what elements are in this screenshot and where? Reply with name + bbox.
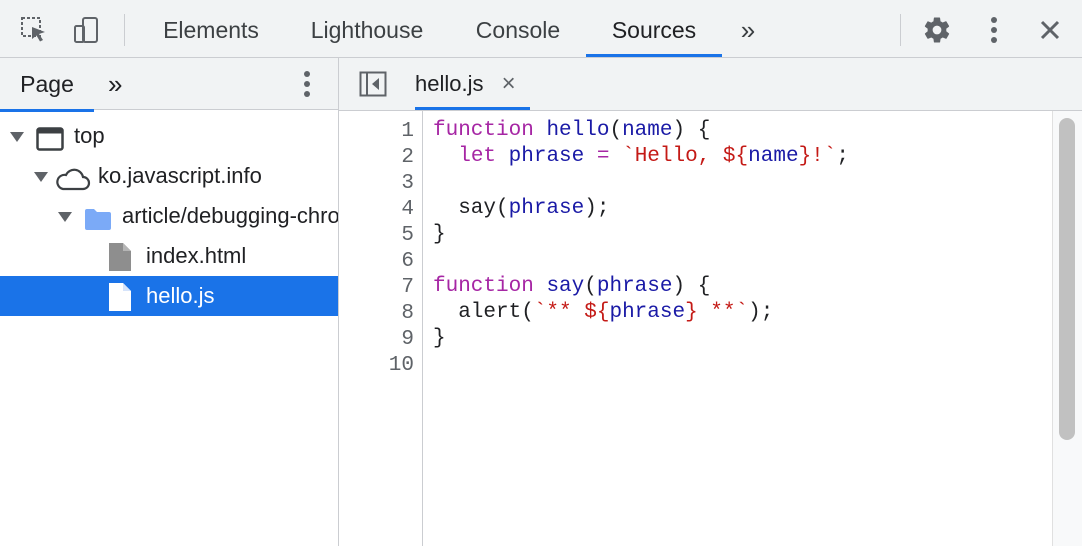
file-icon — [108, 242, 132, 276]
line-number[interactable]: 3 — [401, 171, 414, 197]
gear-icon[interactable] — [921, 14, 953, 46]
tree-item-hello-js[interactable]: hello.js — [0, 276, 338, 316]
toolbar-divider — [900, 14, 901, 46]
navigator-tabs: Page » — [0, 58, 338, 112]
code-line[interactable]: let phrase = `Hello, ${name}!`; — [433, 144, 849, 170]
close-tab-icon[interactable]: × — [502, 70, 516, 97]
toggle-navigator-icon[interactable] — [359, 71, 387, 102]
tab-elements[interactable]: Elements — [146, 0, 276, 57]
code-line[interactable]: function hello(name) { — [433, 118, 710, 144]
expand-triangle-icon[interactable] — [34, 172, 48, 182]
tree-item-label: index.html — [146, 243, 247, 268]
line-number[interactable]: 2 — [401, 145, 414, 171]
code-line[interactable]: alert(`** ${phrase} **`); — [433, 300, 773, 326]
line-number[interactable]: 9 — [401, 327, 414, 353]
line-number[interactable]: 1 — [401, 119, 414, 145]
line-number[interactable]: 7 — [401, 275, 414, 301]
line-number[interactable]: 10 — [389, 353, 414, 379]
line-number[interactable]: 8 — [401, 301, 414, 327]
editor-tabs: hello.js × — [339, 58, 1082, 111]
navigator-panel: Page » top ko.javascript.info article/de… — [0, 58, 339, 546]
device-toggle-icon[interactable] — [70, 14, 102, 46]
code-line[interactable]: function say(phrase) { — [433, 274, 710, 300]
tree-item-label: ko.javascript.info — [98, 163, 262, 188]
expand-triangle-icon[interactable] — [58, 212, 72, 222]
expand-triangle-icon[interactable] — [10, 132, 24, 142]
scrollbar-thumb[interactable] — [1059, 118, 1075, 440]
frame-icon — [36, 124, 64, 156]
tree-item-label: top — [74, 123, 105, 148]
file-tab-hello-js[interactable]: hello.js × — [415, 58, 530, 110]
folder-icon — [84, 204, 112, 236]
more-tabs-button[interactable]: » — [732, 0, 764, 57]
navigator-more-button[interactable]: » — [108, 58, 136, 109]
tab-sources[interactable]: Sources — [586, 0, 722, 57]
code-line[interactable]: } — [433, 326, 446, 352]
line-number[interactable]: 6 — [401, 249, 414, 275]
tab-lighthouse[interactable]: Lighthouse — [292, 0, 442, 57]
tree-item-index-html[interactable]: index.html — [0, 236, 338, 276]
tab-console[interactable]: Console — [458, 0, 578, 57]
tree-item-domain[interactable]: ko.javascript.info — [0, 156, 338, 196]
more-vert-icon[interactable] — [978, 14, 1010, 46]
code-line[interactable]: } — [433, 222, 446, 248]
tree-item-folder[interactable]: article/debugging-chrome — [0, 196, 338, 236]
toolbar-divider — [124, 14, 125, 46]
inspect-element-icon[interactable] — [18, 14, 50, 46]
tab-page[interactable]: Page — [0, 58, 94, 112]
cloud-icon — [53, 164, 91, 196]
file-tab-label: hello.js — [415, 71, 484, 96]
tree-item-top[interactable]: top — [0, 116, 338, 156]
devtools-toolbar: Elements Lighthouse Console Sources » — [0, 0, 1082, 58]
line-number[interactable]: 4 — [401, 197, 414, 223]
navigator-menu-icon[interactable] — [303, 70, 311, 103]
line-number-gutter: 1 2 3 4 5 6 7 8 9 10 — [339, 111, 423, 546]
code-line[interactable]: say(phrase); — [433, 196, 609, 222]
file-icon — [108, 282, 132, 316]
close-icon[interactable] — [1034, 14, 1066, 46]
line-number[interactable]: 5 — [401, 223, 414, 249]
tree-item-label: hello.js — [146, 283, 215, 308]
tree-item-label: article/debugging-chrome — [122, 203, 338, 228]
